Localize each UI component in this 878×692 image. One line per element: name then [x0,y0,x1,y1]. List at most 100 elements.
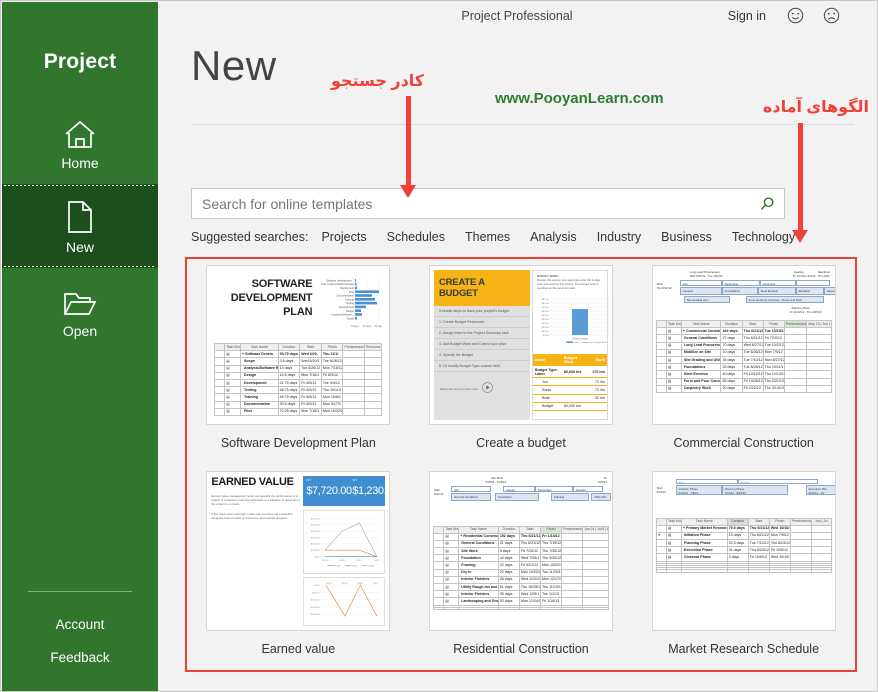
svg-text:Deployment: Deployment [340,286,354,290]
svg-text:Analysis/Software...: Analysis/Software... [332,313,355,317]
page-title: New [191,42,277,89]
sidebar-item-feedback[interactable]: Feedback [2,641,158,674]
svg-text:8/12/12: 8/12/12 [322,560,328,562]
svg-text:Design: Design [346,309,355,313]
suggested-searches: Suggested searches: Projects Schedules T… [191,230,815,244]
template-card-market-research-schedule[interactable]: Start 6/21/12 July August Initiation Pha… [632,465,855,671]
sidebar-divider [28,591,132,592]
sidebar-item-account[interactable]: Account [2,608,158,641]
svg-text:8/19/12: 8/19/12 [342,583,348,585]
template-thumbnail: Long Lead Procurement Wed 6/27/12 - Tue … [651,265,836,425]
thumb-task-table: Task ModeTask Name DurationStartFinish P… [655,319,832,422]
suggested-link-industry[interactable]: Industry [597,230,641,244]
svg-text:10,000 hrs: 10,000 hrs [612,330,613,333]
svg-text:0 days: 0 days [352,324,360,328]
thumb-step: 2. Assign them to the Project Summary ta… [433,328,530,339]
template-thumbnail: EARNED VALUE Earned value management hel… [206,470,391,631]
template-name: Create a budget [476,436,566,450]
annotation-search-label: کادر جستجو [331,73,425,90]
svg-text:Documentation: Documentation [337,294,355,298]
thumb-bar-date: 6/21/12 - 7/9/12 [678,490,699,495]
template-card-earned-value[interactable]: EARNED VALUE Earned value management hel… [187,465,410,671]
svg-text:Cost Budget Work: Cost Budget Work [589,341,608,344]
svg-text:40 days: 40 days [375,324,383,328]
svg-text:90,000 hrs: 90,000 hrs [612,298,613,301]
svg-text:Scope: Scope [347,316,355,320]
svg-text:20 days: 20 days [363,324,373,328]
svg-text:Development: Development [339,305,355,309]
suggested-link-business[interactable]: Business [661,230,712,244]
template-thumbnail: SOFTWARE DEVELOPMENT PLAN Software devel… [206,265,391,425]
suggested-link-schedules[interactable]: Schedules [387,230,445,244]
suggested-link-analysis[interactable]: Analysis [530,230,577,244]
sidebar-item-open[interactable]: Open [2,268,158,352]
thumb-bar-date: 8/23/12 - 10/ [808,490,825,495]
template-name: Software Development Plan [220,436,376,450]
svg-text:Training: Training [345,297,355,301]
template-thumbnail: Start 6/21/12 July August Initiation Pha… [651,470,836,631]
template-card-residential-construction[interactable]: Site Work 7/20/12 - 7/26/12 Dr 10/22/1 S… [410,465,633,671]
thumb-timeline: Long Lead Procurement Wed 6/27/12 - Tue … [656,270,836,314]
frowning-face-icon[interactable] [823,7,840,24]
svg-text:-$500.00: -$500.00 [312,592,319,594]
suggested-link-projects[interactable]: Projects [321,230,366,244]
svg-text:ACWP: ACWP [335,564,341,567]
sidebar-item-new[interactable]: New [2,184,158,268]
template-name: Residential Construction [453,641,589,656]
sidebar-nav: Home New Open [2,100,158,352]
sidebar-item-home[interactable]: Home [2,100,158,184]
template-thumbnail: Site Work 7/20/12 - 7/26/12 Dr 10/22/1 S… [428,470,613,631]
home-icon [63,114,97,150]
suggested-searches-label: Suggested searches: [191,230,309,244]
suggested-link-themes[interactable]: Themes [465,230,510,244]
thumb-timeline: Site Work 7/20/12 - 7/26/12 Dr 10/22/1 S… [433,476,611,522]
svg-text:$5,000.00: $5,000.00 [311,524,319,526]
templates-highlight-box: SOFTWARE DEVELOPMENT PLAN Software devel… [185,257,857,672]
new-document-icon [65,198,95,234]
application-title: Project Professional [461,9,573,23]
svg-text:0 hrs: 0 hrs [612,334,613,337]
thumb-step: 3. Add Budget Work and Cost to your plan [433,339,530,350]
suggested-link-technology[interactable]: Technology [732,230,795,244]
sidebar-item-label: New [65,238,94,255]
thumb-charts-panel: CPI $7,720.00 SPI $1,230.00 [303,475,389,626]
thumb-kpi-row: CPI $7,720.00 SPI $1,230.00 [303,475,389,506]
sidebar-item-label: Home [61,154,99,171]
thumb-note: BUDGET WORK Review this section and dete… [536,274,601,290]
thumb-body-text: If the charts don't look right, make sur… [211,512,294,521]
thumb-variance-chart: $0.00 -$500.00 -$1,000.00 -$2,000.00 -$3,00… [303,576,386,626]
sign-in-button[interactable]: Sign in [728,9,766,23]
search-box[interactable] [191,188,785,219]
thumb-heading: EARNED VALUE [211,475,294,488]
thumb-step: 5. Or modify Budget Type custom field [433,361,530,372]
svg-text:BCWP: BCWP [353,565,359,567]
template-card-software-development-plan[interactable]: SOFTWARE DEVELOPMENT PLAN Software devel… [187,259,410,465]
template-card-commercial-construction[interactable]: Long Lead Procurement Wed 6/27/12 - Tue … [632,259,855,465]
template-thumbnail: CREATE A BUDGET 5 simple steps to track … [428,265,613,425]
svg-text:80,000 hrs: 80,000 hrs [612,302,613,305]
svg-text:8/19/12: 8/19/12 [340,560,346,562]
template-card-create-a-budget[interactable]: CREATE A BUDGET 5 simple steps to track … [410,259,633,465]
svg-text:60,000 hrs: 60,000 hrs [612,310,613,313]
thumb-body-text: Earned value management helps you quanti… [211,493,301,506]
sidebar-item-label: Open [62,322,98,339]
templates-grid: SOFTWARE DEVELOPMENT PLAN Software devel… [187,259,855,670]
svg-text:$0.00: $0.00 [315,556,320,558]
header-divider [191,124,854,125]
thumb-task-table: Task ModeTask Name DurationStartFinish P… [655,517,832,628]
svg-text:-$1,000.00: -$1,000.00 [311,599,320,601]
search-input[interactable] [192,189,750,218]
svg-text:30,000 hrs: 30,000 hrs [612,322,613,325]
svg-text:70,000 hrs: 70,000 hrs [612,306,613,309]
smiley-face-icon[interactable] [787,7,804,24]
thumb-watch-note: Watch this demo to learn more [439,387,478,391]
svg-text:Testing: Testing [346,301,355,305]
thumb-bar-date: 7/10/12 - 8/23/12 [724,490,746,495]
template-name: Commercial Construction [673,436,814,450]
search-magnifier-icon[interactable] [750,189,784,218]
thumb-budget-table: Name Budget Work Work Budget Type: Labor 80… [532,354,607,411]
watermark-text: www.PooyanLearn.com [495,90,664,107]
annotation-templates-label: الگوهای آماده [762,99,869,116]
svg-text:$4,000.00: $4,000.00 [311,531,319,533]
svg-text:$6,000.00: $6,000.00 [311,518,319,520]
